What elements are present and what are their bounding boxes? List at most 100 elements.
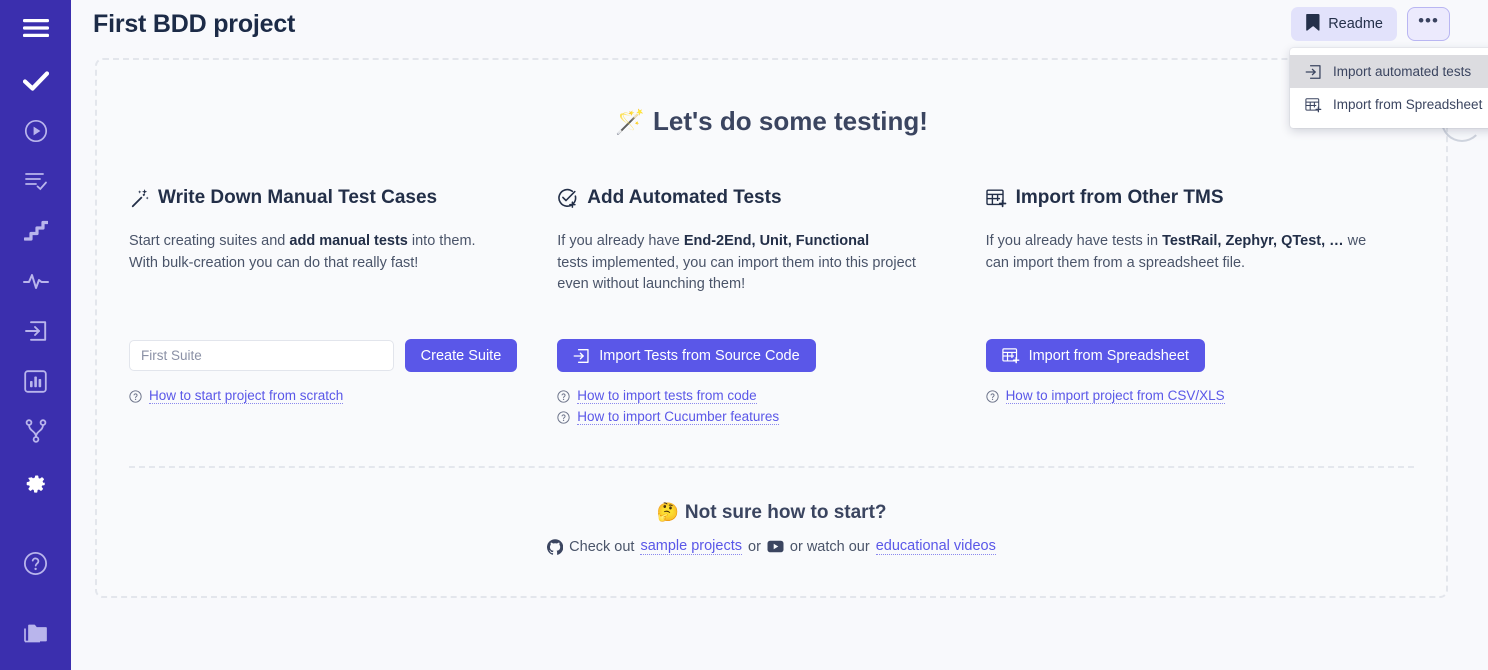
- suite-name-input[interactable]: [129, 340, 394, 371]
- page-title: First BDD project: [93, 10, 295, 39]
- column-1-body-b: add manual tests: [289, 233, 407, 249]
- column-1-body-a: Start creating suites and: [129, 233, 289, 249]
- column-2-links: How to import tests from code How to imp…: [557, 388, 945, 425]
- import-source-label: Import Tests from Source Code: [599, 348, 799, 364]
- spreadsheet-plus-icon: [1002, 347, 1020, 364]
- sidebar-item-settings[interactable]: [0, 456, 71, 506]
- menu-icon: [23, 19, 49, 37]
- link-sample-projects[interactable]: sample projects: [640, 538, 742, 555]
- link-how-to-import-tests-from-code[interactable]: How to import tests from code: [577, 388, 756, 404]
- menu-item-label: Import from Spreadsheet: [1333, 97, 1482, 112]
- column-1-title: Write Down Manual Test Cases: [158, 187, 437, 209]
- import-icon: [1304, 64, 1322, 80]
- question-circle-icon: [986, 390, 999, 403]
- column-1-body-line2: With bulk-creation you can do that reall…: [129, 255, 418, 271]
- youtube-icon[interactable]: [767, 540, 784, 553]
- footer-heading: 🤔 Not sure how to start?: [97, 502, 1446, 524]
- menu-item-import-from-spreadsheet[interactable]: Import from Spreadsheet: [1290, 88, 1488, 121]
- help-link-row: How to start project from scratch: [129, 388, 517, 404]
- footer-links-row: Check out sample projects or or watch ou…: [97, 538, 1446, 555]
- ellipsis-icon: •••: [1418, 11, 1439, 31]
- question-circle-icon: [557, 411, 570, 424]
- column-3-body: If you already have tests in TestRail, Z…: [986, 231, 1374, 319]
- column-1-heading: Write Down Manual Test Cases: [129, 187, 517, 209]
- sidebar-item-test-cases[interactable]: [0, 56, 71, 106]
- more-options-dropdown: Import automated tests Import from Sprea…: [1290, 48, 1488, 128]
- readme-button[interactable]: Readme: [1291, 7, 1397, 41]
- link-how-to-start-project[interactable]: How to start project from scratch: [149, 388, 343, 404]
- import-spreadsheet-row: Import from Spreadsheet: [986, 339, 1374, 372]
- link-how-to-import-project-csv-xls[interactable]: How to import project from CSV/XLS: [1006, 388, 1225, 404]
- footer-title: Not sure how to start?: [685, 502, 887, 523]
- more-options-button[interactable]: •••: [1407, 7, 1450, 41]
- help-link-row: How to import Cucumber features: [557, 409, 945, 425]
- gear-icon: [23, 469, 48, 494]
- sidebar-item-test-plans[interactable]: [0, 156, 71, 206]
- activity-icon: [23, 271, 49, 291]
- column-2-body-a: If you already have: [557, 233, 684, 249]
- column-1-body-c: into them.: [408, 233, 476, 249]
- section-divider: [129, 466, 1414, 468]
- spreadsheet-plus-icon: [1304, 97, 1322, 113]
- sidebar-item-reports[interactable]: [0, 356, 71, 406]
- question-circle-icon: [557, 390, 570, 403]
- column-manual-tests: Write Down Manual Test Cases Start creat…: [129, 187, 557, 430]
- sidebar-item-integrations[interactable]: [0, 406, 71, 456]
- onboarding-card: 🪄Let's do some testing! Write Down Manua…: [95, 58, 1448, 598]
- magic-wand-icon: [129, 188, 149, 208]
- folder-icon: [23, 621, 49, 645]
- import-icon: [24, 320, 48, 342]
- create-suite-button[interactable]: Create Suite: [405, 339, 518, 372]
- column-automated-tests: Add Automated Tests If you already have …: [557, 187, 985, 430]
- sidebar-item-test-runs[interactable]: [0, 106, 71, 156]
- onboarding-columns: Write Down Manual Test Cases Start creat…: [97, 187, 1446, 430]
- github-icon: [547, 539, 563, 555]
- topbar-actions: Readme •••: [1291, 7, 1450, 41]
- topbar: First BDD project Readme •••: [71, 0, 1488, 48]
- column-import-tms: Import from Other TMS If you already hav…: [986, 187, 1414, 430]
- column-2-body-line2: tests implemented, you can import them i…: [557, 255, 916, 293]
- column-1-body: Start creating suites and add manual tes…: [129, 231, 517, 319]
- column-2-title: Add Automated Tests: [587, 187, 781, 209]
- column-2-body-b: End-2End, Unit, Functional: [684, 233, 869, 249]
- column-3-links: How to import project from CSV/XLS: [986, 388, 1374, 404]
- main-area: First BDD project Readme ••• 🪄Let's do s…: [71, 0, 1488, 670]
- menu-item-import-automated-tests[interactable]: Import automated tests: [1290, 55, 1488, 88]
- link-how-to-import-cucumber-features[interactable]: How to import Cucumber features: [577, 409, 779, 425]
- footer-or-1: or: [748, 539, 761, 555]
- bar-chart-icon: [24, 370, 47, 393]
- help-link-row: How to import project from CSV/XLS: [986, 388, 1374, 404]
- branch-icon: [25, 419, 47, 443]
- readme-label: Readme: [1328, 16, 1383, 32]
- sidebar-item-help[interactable]: [0, 538, 71, 588]
- column-3-title: Import from Other TMS: [1016, 187, 1224, 209]
- sidebar-item-steps[interactable]: [0, 206, 71, 256]
- import-tests-from-source-code-button[interactable]: Import Tests from Source Code: [557, 339, 815, 372]
- menu-item-label: Import automated tests: [1333, 64, 1471, 79]
- footer-section: 🤔 Not sure how to start? Check out sample…: [97, 502, 1446, 555]
- link-educational-videos[interactable]: educational videos: [876, 538, 996, 555]
- import-source-row: Import Tests from Source Code: [557, 339, 945, 372]
- steps-icon: [24, 220, 48, 242]
- sidebar-item-activity[interactable]: [0, 256, 71, 306]
- footer-check-out: Check out: [569, 539, 634, 555]
- column-1-links: How to start project from scratch: [129, 388, 517, 404]
- check-circle-plus-icon: [557, 188, 578, 209]
- column-2-body: If you already have End-2End, Unit, Func…: [557, 231, 945, 319]
- help-link-row: How to import tests from code: [557, 388, 945, 404]
- list-check-icon: [24, 171, 48, 191]
- sidebar-item-menu[interactable]: [0, 0, 71, 56]
- column-2-heading: Add Automated Tests: [557, 187, 945, 209]
- sidebar: [0, 0, 71, 670]
- hero-title: Let's do some testing!: [653, 106, 928, 136]
- sidebar-item-projects[interactable]: [0, 608, 71, 658]
- thinking-face-emoji: 🤔: [656, 502, 678, 522]
- sidebar-item-import[interactable]: [0, 306, 71, 356]
- footer-or-watch: or watch our: [790, 539, 870, 555]
- hero-heading: 🪄Let's do some testing!: [97, 60, 1446, 137]
- create-suite-label: Create Suite: [421, 348, 502, 364]
- app-root: First BDD project Readme ••• 🪄Let's do s…: [0, 0, 1488, 670]
- import-from-spreadsheet-button[interactable]: Import from Spreadsheet: [986, 339, 1205, 372]
- column-3-body-b: TestRail, Zephyr, QTest, …: [1162, 233, 1344, 249]
- help-circle-icon: [23, 551, 48, 576]
